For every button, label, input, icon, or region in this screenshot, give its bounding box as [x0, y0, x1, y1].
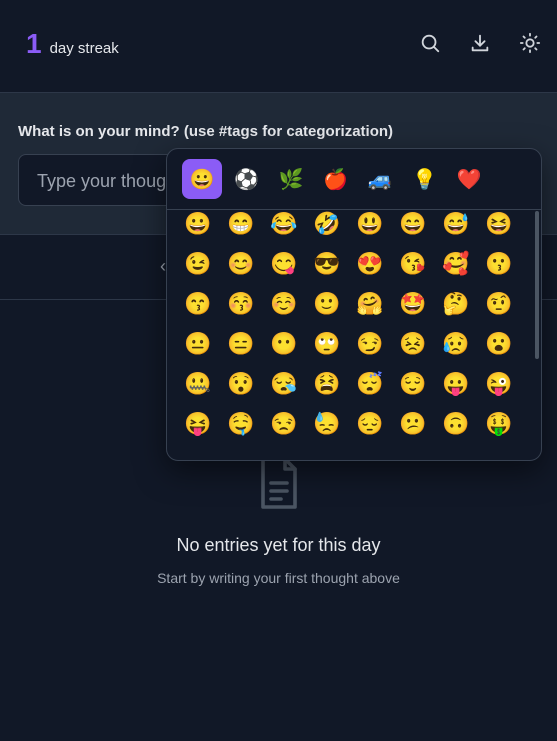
emoji-option[interactable]: 😴 — [353, 367, 387, 401]
emoji-option[interactable]: 😗 — [482, 247, 516, 281]
emoji-option[interactable]: 🤣 — [310, 207, 344, 241]
emoji-category-food[interactable]: 🍎 — [316, 159, 356, 199]
sun-icon[interactable] — [517, 30, 543, 56]
emoji-option[interactable]: 😂 — [267, 207, 301, 241]
document-icon — [260, 457, 297, 509]
emoji-category-nature[interactable]: 🌿 — [271, 159, 311, 199]
emoji-option[interactable]: 😑 — [224, 327, 258, 361]
emoji-option[interactable]: 🤤 — [224, 407, 258, 441]
emoji-option[interactable]: 🤨 — [482, 287, 516, 321]
download-icon[interactable] — [467, 30, 493, 56]
emoji-option[interactable]: 😕 — [396, 407, 430, 441]
emoji-option[interactable]: 😙 — [181, 287, 215, 321]
emoji-category-symbols[interactable]: ❤️ — [449, 159, 489, 199]
emoji-picker: 😀 ⚽ 🌿 🍎 🚙 💡 ❤️ 😀 😁 😂 🤣 😃 😄 😅 😆 😉 😊 😋 😎 😍 😘 🥰 😗 😙 😚 ☺️ 🙂 🤗 🤩 🤔 🤨 😐 😑 😶 🙄 😏 😣… — [166, 148, 542, 461]
streak-indicator: 1 day streak — [26, 30, 119, 58]
streak-count: 1 — [26, 28, 42, 59]
emoji-option[interactable]: 🙃 — [439, 407, 473, 441]
emoji-option[interactable]: 😯 — [224, 367, 258, 401]
emoji-category-travel[interactable]: 🚙 — [360, 159, 400, 199]
emoji-option[interactable]: 😅 — [439, 207, 473, 241]
emoji-option[interactable]: 😎 — [310, 247, 344, 281]
emoji-option[interactable]: 😆 — [482, 207, 516, 241]
emoji-category-bar: 😀 ⚽ 🌿 🍎 🚙 💡 ❤️ — [167, 149, 541, 210]
emoji-option[interactable]: 😄 — [396, 207, 430, 241]
emoji-option[interactable]: 😜 — [482, 367, 516, 401]
emoji-option[interactable]: 😚 — [224, 287, 258, 321]
emoji-option[interactable]: 😛 — [439, 367, 473, 401]
emoji-option[interactable]: 😀 — [181, 207, 215, 241]
empty-state-subtitle: Start by writing your first thought abov… — [157, 570, 400, 586]
emoji-option[interactable]: 😓 — [310, 407, 344, 441]
emoji-option[interactable]: 🤐 — [181, 367, 215, 401]
emoji-option[interactable]: 😫 — [310, 367, 344, 401]
emoji-option[interactable]: 🥰 — [439, 247, 473, 281]
emoji-option[interactable]: 😒 — [267, 407, 301, 441]
emoji-option[interactable]: 🤔 — [439, 287, 473, 321]
emoji-option[interactable]: 😋 — [267, 247, 301, 281]
streak-label: day streak — [49, 40, 119, 57]
emoji-option[interactable]: 😊 — [224, 247, 258, 281]
emoji-option[interactable]: 😝 — [181, 407, 215, 441]
emoji-category-objects[interactable]: 💡 — [405, 159, 445, 199]
emoji-option[interactable]: 🙂 — [310, 287, 344, 321]
empty-state-title: No entries yet for this day — [176, 535, 381, 555]
emoji-scrollbar[interactable] — [535, 211, 539, 359]
emoji-option[interactable]: 😏 — [353, 327, 387, 361]
emoji-option[interactable]: 😥 — [439, 327, 473, 361]
emoji-option[interactable]: 😃 — [353, 207, 387, 241]
empty-state: No entries yet for this day Start by wri… — [0, 455, 557, 586]
emoji-option[interactable]: 😌 — [396, 367, 430, 401]
emoji-option[interactable]: 😘 — [396, 247, 430, 281]
compose-label: What is on your mind? (use #tags for cat… — [18, 123, 394, 140]
emoji-option[interactable]: 😁 — [224, 207, 258, 241]
emoji-option[interactable]: 😍 — [353, 247, 387, 281]
emoji-category-smileys[interactable]: 😀 — [182, 159, 222, 199]
emoji-option[interactable]: 😔 — [353, 407, 387, 441]
emoji-option[interactable]: 😉 — [181, 247, 215, 281]
search-icon[interactable] — [417, 30, 443, 56]
emoji-category-activities[interactable]: ⚽ — [227, 159, 267, 199]
emoji-option[interactable]: 😐 — [181, 327, 215, 361]
emoji-option[interactable]: 😮 — [482, 327, 516, 361]
emoji-option[interactable]: 🙄 — [310, 327, 344, 361]
header-actions — [417, 30, 543, 56]
emoji-option[interactable]: 😶 — [267, 327, 301, 361]
app-header: 1 day streak — [0, 0, 557, 92]
emoji-option[interactable]: 🤩 — [396, 287, 430, 321]
emoji-option[interactable]: 😪 — [267, 367, 301, 401]
emoji-option[interactable]: 🤗 — [353, 287, 387, 321]
emoji-option[interactable]: 🤑 — [482, 407, 516, 441]
emoji-option[interactable]: 😣 — [396, 327, 430, 361]
emoji-option[interactable]: ☺️ — [267, 287, 301, 321]
